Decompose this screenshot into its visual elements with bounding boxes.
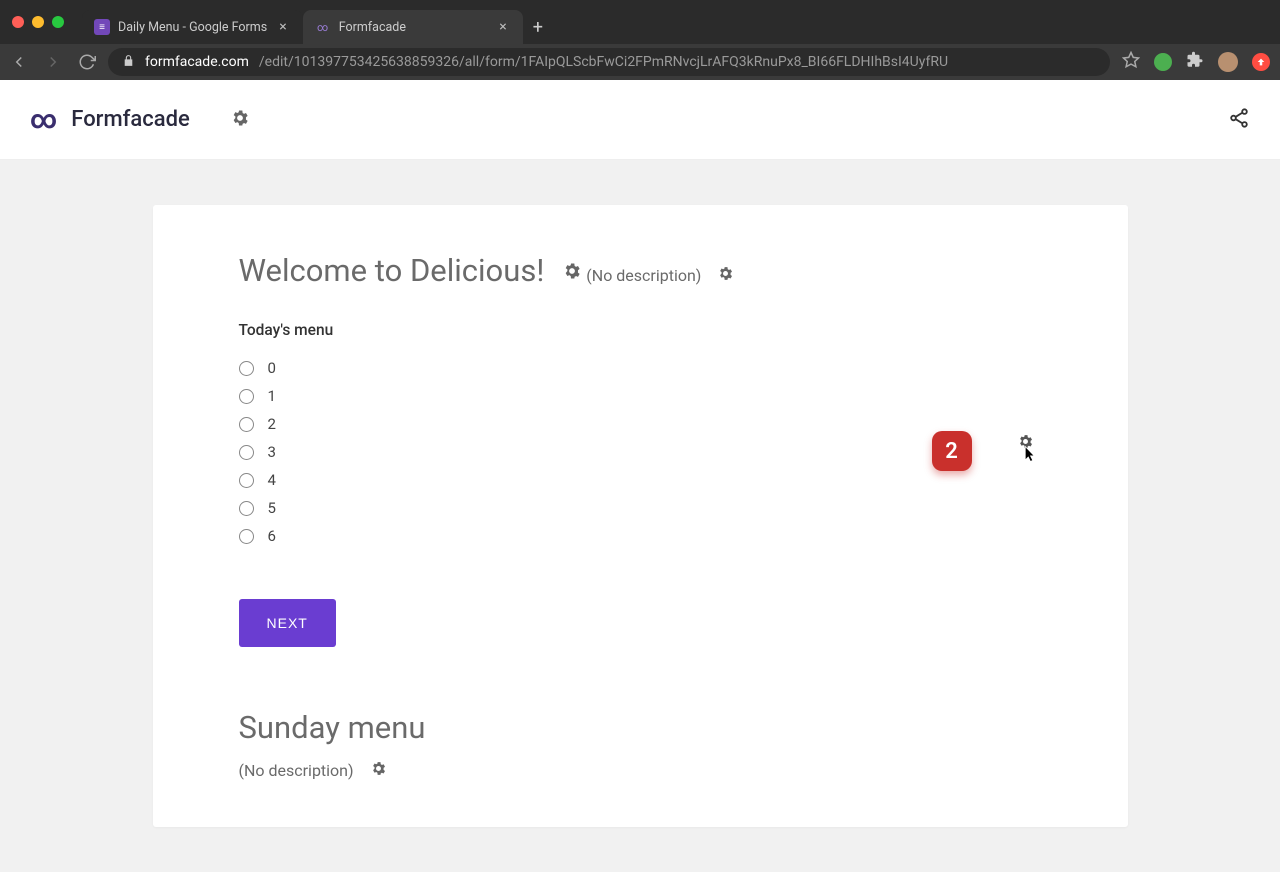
question-block: 2 Today's menu 0 1 2 3 bbox=[239, 321, 1042, 647]
form-description: (No description) bbox=[586, 266, 701, 285]
form-title-row: Welcome to Delicious! bbox=[239, 252, 583, 289]
profile-avatar[interactable] bbox=[1218, 52, 1238, 72]
radio-input[interactable] bbox=[239, 417, 254, 432]
radio-input[interactable] bbox=[239, 473, 254, 488]
radio-input[interactable] bbox=[239, 389, 254, 404]
url-input[interactable]: formfacade.com/edit/10139775342563885932… bbox=[108, 48, 1110, 76]
close-icon[interactable]: × bbox=[275, 19, 290, 35]
settings-gear-icon[interactable] bbox=[230, 108, 250, 132]
close-icon[interactable]: × bbox=[495, 19, 510, 35]
tab-title: Daily Menu - Google Forms bbox=[118, 20, 267, 35]
tab-formfacade[interactable]: ∞ Formfacade × bbox=[303, 10, 523, 44]
google-forms-icon: ≡ bbox=[94, 19, 110, 35]
radio-label: 5 bbox=[268, 499, 276, 517]
window-maximize[interactable] bbox=[52, 16, 64, 28]
step-number: 2 bbox=[945, 439, 958, 464]
extension-icon-updates[interactable] bbox=[1252, 53, 1270, 71]
radio-label: 6 bbox=[268, 527, 276, 545]
radio-option[interactable]: 2 bbox=[239, 415, 1042, 433]
radio-option[interactable]: 5 bbox=[239, 499, 1042, 517]
new-tab-button[interactable]: + bbox=[523, 10, 553, 44]
radio-label: 0 bbox=[268, 359, 276, 377]
question-label: Today's menu bbox=[239, 321, 1042, 339]
window-close[interactable] bbox=[12, 16, 24, 28]
radio-input[interactable] bbox=[239, 529, 254, 544]
radio-option[interactable]: 6 bbox=[239, 527, 1042, 545]
share-icon[interactable] bbox=[1228, 107, 1250, 133]
form-description-row: (No description) bbox=[586, 265, 734, 286]
description-gear-icon[interactable] bbox=[717, 265, 734, 286]
radio-input[interactable] bbox=[239, 361, 254, 376]
radio-label: 2 bbox=[268, 415, 276, 433]
radio-input[interactable] bbox=[239, 445, 254, 460]
extension-icon-mail[interactable] bbox=[1154, 53, 1172, 71]
extensions-icon[interactable] bbox=[1186, 51, 1204, 73]
form-title: Welcome to Delicious! bbox=[239, 252, 545, 289]
cursor-icon bbox=[1020, 443, 1038, 469]
radio-option[interactable]: 4 bbox=[239, 471, 1042, 489]
step-badge: 2 bbox=[932, 431, 972, 471]
star-icon[interactable] bbox=[1122, 51, 1140, 73]
section2-gear-icon[interactable] bbox=[370, 760, 387, 781]
radio-label: 1 bbox=[268, 387, 276, 405]
forward-icon[interactable] bbox=[44, 53, 62, 71]
app-header: ∞ Formfacade bbox=[0, 80, 1280, 160]
lock-icon bbox=[122, 54, 135, 71]
tab-title: Formfacade bbox=[339, 20, 488, 35]
window-controls bbox=[12, 16, 64, 28]
form-card: Welcome to Delicious! (No description) 2… bbox=[153, 205, 1128, 827]
radio-input[interactable] bbox=[239, 501, 254, 516]
next-button[interactable]: NEXT bbox=[239, 599, 336, 647]
radio-option[interactable]: 0 bbox=[239, 359, 1042, 377]
tab-daily-menu[interactable]: ≡ Daily Menu - Google Forms × bbox=[82, 10, 303, 44]
browser-tab-strip: ≡ Daily Menu - Google Forms × ∞ Formfaca… bbox=[0, 0, 1280, 44]
page-body: Welcome to Delicious! (No description) 2… bbox=[0, 160, 1280, 872]
brand-name: Formfacade bbox=[71, 107, 189, 132]
back-icon[interactable] bbox=[10, 53, 28, 71]
address-bar: formfacade.com/edit/10139775342563885932… bbox=[0, 44, 1280, 80]
url-path: /edit/101397753425638859326/all/form/1FA… bbox=[259, 54, 948, 70]
radio-option[interactable]: 1 bbox=[239, 387, 1042, 405]
radio-label: 3 bbox=[268, 443, 276, 461]
section-sunday: Sunday menu (No description) bbox=[239, 709, 1042, 781]
radio-option[interactable]: 3 bbox=[239, 443, 1042, 461]
brand: ∞ Formfacade bbox=[30, 105, 250, 135]
section2-title: Sunday menu bbox=[239, 709, 1042, 746]
section2-description-row: (No description) bbox=[239, 760, 387, 781]
section2-description: (No description) bbox=[239, 761, 354, 780]
window-minimize[interactable] bbox=[32, 16, 44, 28]
url-host: formfacade.com bbox=[145, 54, 249, 70]
tabs: ≡ Daily Menu - Google Forms × ∞ Formfaca… bbox=[82, 10, 553, 44]
title-gear-icon[interactable] bbox=[562, 252, 582, 289]
radio-label: 4 bbox=[268, 471, 276, 489]
reload-icon[interactable] bbox=[78, 53, 96, 71]
brand-logo-icon: ∞ bbox=[30, 105, 57, 135]
formfacade-icon: ∞ bbox=[315, 19, 331, 35]
